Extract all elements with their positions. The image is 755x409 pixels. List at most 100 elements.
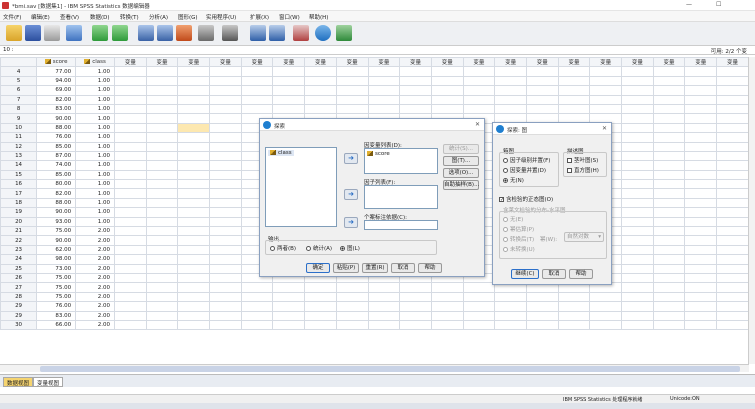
output-statistics-radio[interactable]: 统计(A): [306, 244, 332, 252]
empty-cell[interactable]: [684, 188, 718, 199]
empty-cell[interactable]: [494, 319, 527, 331]
empty-cell[interactable]: [716, 122, 749, 134]
empty-cell[interactable]: [557, 103, 591, 115]
class-cell[interactable]: 1.00: [75, 150, 116, 162]
empty-cell[interactable]: [430, 75, 464, 87]
continue-button[interactable]: 继续(C): [511, 269, 539, 279]
empty-cell[interactable]: [430, 66, 464, 77]
empty-cell[interactable]: [209, 113, 242, 124]
menu-utilities[interactable]: 实用程序(U): [206, 13, 236, 21]
row-number[interactable]: 16: [0, 179, 38, 190]
empty-cell[interactable]: [209, 85, 242, 96]
empty-cell[interactable]: [145, 75, 179, 87]
row-number[interactable]: 21: [0, 226, 38, 237]
empty-cell[interactable]: [525, 310, 559, 321]
row-number[interactable]: 13: [0, 150, 38, 162]
empty-cell[interactable]: [399, 75, 432, 87]
spread-none-radio[interactable]: 无(E): [503, 215, 523, 223]
score-cell[interactable]: 76.00: [36, 132, 77, 143]
empty-cell[interactable]: [272, 291, 306, 303]
empty-cell[interactable]: [716, 272, 749, 284]
column-header[interactable]: 变量: [240, 57, 274, 68]
empty-cell[interactable]: [145, 272, 179, 284]
empty-cell[interactable]: [145, 235, 179, 246]
empty-cell[interactable]: [716, 254, 749, 265]
empty-cell[interactable]: [621, 301, 654, 312]
empty-cell[interactable]: [272, 301, 306, 312]
column-header[interactable]: 变量: [621, 57, 654, 68]
score-cell[interactable]: 85.00: [36, 141, 77, 152]
column-header[interactable]: 变量: [272, 57, 306, 68]
empty-cell[interactable]: [209, 207, 242, 218]
output-plots-radio[interactable]: 图(L): [340, 244, 360, 252]
variables-icon[interactable]: [176, 25, 192, 41]
empty-cell[interactable]: [209, 254, 242, 265]
class-cell[interactable]: 2.00: [75, 244, 116, 256]
menu-file[interactable]: 文件(F): [3, 13, 21, 21]
empty-cell[interactable]: [114, 291, 147, 303]
class-cell[interactable]: 1.00: [75, 160, 116, 171]
empty-cell[interactable]: [335, 310, 369, 321]
empty-cell[interactable]: [114, 103, 147, 115]
menu-transform[interactable]: 转换(T): [120, 13, 139, 21]
empty-cell[interactable]: [589, 291, 623, 303]
empty-cell[interactable]: [209, 122, 242, 134]
empty-cell[interactable]: [145, 94, 179, 105]
empty-cell[interactable]: [621, 291, 654, 303]
empty-cell[interactable]: [145, 85, 179, 96]
empty-cell[interactable]: [684, 197, 718, 209]
source-variable-item[interactable]: class: [268, 150, 294, 156]
empty-cell[interactable]: [114, 263, 147, 275]
empty-cell[interactable]: [525, 85, 559, 96]
horizontal-scrollbar[interactable]: [0, 364, 749, 372]
class-cell[interactable]: 1.00: [75, 207, 116, 218]
empty-cell[interactable]: [652, 197, 686, 209]
empty-cell[interactable]: [652, 122, 686, 134]
empty-cell[interactable]: [462, 75, 496, 87]
empty-cell[interactable]: [684, 150, 718, 162]
plots-button[interactable]: 图(T)...: [443, 156, 479, 166]
empty-cell[interactable]: [621, 226, 654, 237]
split-file-icon[interactable]: [293, 25, 309, 41]
empty-cell[interactable]: [462, 66, 496, 77]
empty-cell[interactable]: [145, 301, 179, 312]
empty-cell[interactable]: [272, 75, 306, 87]
empty-cell[interactable]: [684, 319, 718, 331]
class-cell[interactable]: 1.00: [75, 75, 116, 87]
row-number[interactable]: 9: [0, 113, 38, 124]
tab-data-view[interactable]: 数据视图: [3, 377, 34, 387]
empty-cell[interactable]: [145, 188, 179, 199]
row-number[interactable]: 26: [0, 272, 38, 284]
empty-cell[interactable]: [145, 310, 179, 321]
empty-cell[interactable]: [525, 301, 559, 312]
empty-cell[interactable]: [430, 291, 464, 303]
column-header[interactable]: 变量: [177, 57, 211, 68]
column-header[interactable]: 变量: [430, 57, 464, 68]
empty-cell[interactable]: [177, 75, 211, 87]
empty-cell[interactable]: [145, 254, 179, 265]
class-cell[interactable]: 2.00: [75, 301, 116, 312]
empty-cell[interactable]: [621, 244, 654, 256]
empty-cell[interactable]: [652, 150, 686, 162]
empty-cell[interactable]: [684, 226, 718, 237]
dependent-list[interactable]: score: [364, 148, 438, 174]
column-header[interactable]: 变量: [114, 57, 147, 68]
row-number[interactable]: 6: [0, 85, 38, 96]
empty-cell[interactable]: [494, 291, 527, 303]
empty-cell[interactable]: [652, 160, 686, 171]
spread-untransformed-radio[interactable]: 未转换(U): [503, 245, 535, 253]
empty-cell[interactable]: [145, 113, 179, 124]
empty-cell[interactable]: [114, 66, 147, 77]
empty-cell[interactable]: [494, 75, 527, 87]
column-header[interactable]: score: [36, 57, 77, 68]
empty-cell[interactable]: [114, 272, 147, 284]
menu-view[interactable]: 查看(V): [60, 13, 79, 21]
empty-cell[interactable]: [652, 291, 686, 303]
histogram-checkbox[interactable]: 直方图(H): [567, 166, 599, 174]
class-cell[interactable]: 2.00: [75, 282, 116, 293]
empty-cell[interactable]: [621, 179, 654, 190]
empty-cell[interactable]: [177, 94, 211, 105]
empty-cell[interactable]: [114, 197, 147, 209]
empty-cell[interactable]: [462, 94, 496, 105]
column-header[interactable]: 变量: [684, 57, 718, 68]
